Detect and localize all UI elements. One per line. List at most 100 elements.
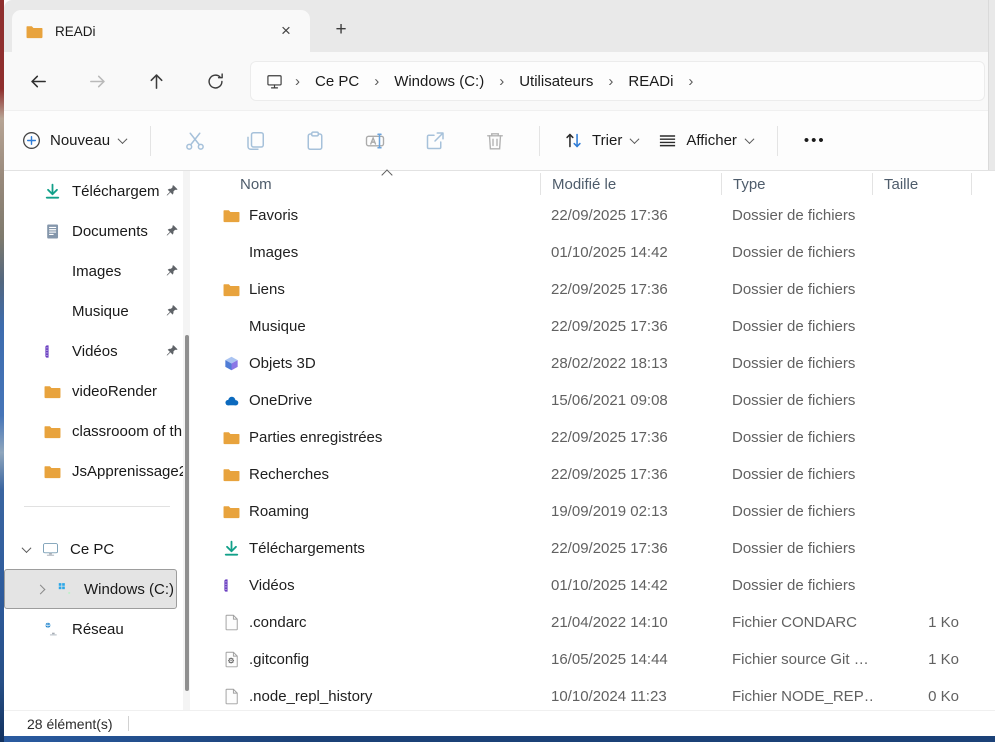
video-icon bbox=[44, 343, 61, 360]
sidebar-scrollbar-thumb[interactable] bbox=[185, 335, 189, 691]
breadcrumb-separator-icon: › bbox=[688, 73, 693, 90]
status-bar-divider bbox=[128, 716, 129, 731]
share-icon bbox=[425, 131, 445, 151]
close-tab-icon[interactable]: × bbox=[274, 19, 298, 43]
new-button[interactable]: Nouveau bbox=[12, 124, 136, 157]
refresh-button[interactable] bbox=[202, 68, 228, 94]
status-bar: 28 élément(s) bbox=[4, 710, 995, 736]
delete-button[interactable] bbox=[473, 122, 517, 160]
sort-ascending-icon bbox=[381, 169, 392, 180]
file-row-videos[interactable]: Vidéos 01/10/2025 14:42 Dossier de fichi… bbox=[197, 567, 995, 604]
view-lines-icon bbox=[658, 131, 677, 150]
paste-icon bbox=[305, 131, 325, 151]
gear-file-icon bbox=[223, 651, 240, 668]
pin-icon bbox=[165, 184, 179, 198]
onedrive-cloud-icon bbox=[223, 392, 240, 409]
music-icon bbox=[223, 318, 240, 335]
file-row-objets-3d[interactable]: Objets 3D 28/02/2022 18:13 Dossier de fi… bbox=[197, 345, 995, 382]
tab-readi[interactable]: READi × bbox=[12, 10, 310, 52]
folder-icon bbox=[223, 503, 240, 520]
sidebar-item-musique[interactable]: Musique bbox=[4, 291, 190, 331]
file-list: Nom Modifié le Type Taille Favoris 22/09… bbox=[197, 171, 995, 710]
share-button[interactable] bbox=[413, 122, 457, 160]
file-row-condarc[interactable]: .condarc 21/04/2022 14:10 Fichier CONDAR… bbox=[197, 604, 995, 641]
column-header-type[interactable]: Type bbox=[721, 173, 872, 195]
file-row-recherches[interactable]: Recherches 22/09/2025 17:36 Dossier de f… bbox=[197, 456, 995, 493]
breadcrumb-separator-icon: › bbox=[295, 73, 300, 90]
pin-icon bbox=[165, 344, 179, 358]
sidebar-item-ce-pc[interactable]: Ce PC bbox=[4, 529, 190, 569]
sidebar-item-reseau[interactable]: Réseau bbox=[4, 609, 190, 649]
column-header-modified[interactable]: Modifié le bbox=[540, 173, 721, 195]
breadcrumb-utilisateurs[interactable]: Utilisateurs bbox=[516, 72, 596, 91]
folder-icon bbox=[223, 207, 240, 224]
view-button-label: Afficher bbox=[686, 132, 737, 149]
back-button[interactable] bbox=[25, 68, 51, 94]
trash-icon bbox=[485, 131, 505, 151]
file-row-favoris[interactable]: Favoris 22/09/2025 17:36 Dossier de fich… bbox=[197, 197, 995, 234]
breadcrumb-ce-pc[interactable]: Ce PC bbox=[312, 72, 362, 91]
folder-icon bbox=[44, 383, 61, 400]
picture-icon bbox=[223, 244, 240, 261]
file-row-images[interactable]: Images 01/10/2025 14:42 Dossier de fichi… bbox=[197, 234, 995, 271]
file-row-parties-enregistrees[interactable]: Parties enregistrées 22/09/2025 17:36 Do… bbox=[197, 419, 995, 456]
network-icon bbox=[44, 621, 61, 638]
toolbar-divider bbox=[777, 126, 778, 156]
plus-circle-icon bbox=[22, 131, 41, 150]
folder-icon bbox=[26, 23, 43, 40]
chevron-down-icon bbox=[118, 134, 128, 144]
sidebar-item-documents[interactable]: Documents bbox=[4, 211, 190, 251]
file-row-gitconfig[interactable]: .gitconfig 16/05/2025 14:44 Fichier sour… bbox=[197, 641, 995, 678]
sidebar-item-classroom[interactable]: classrooom of th bbox=[4, 411, 190, 451]
column-header-name[interactable]: Nom bbox=[197, 171, 540, 197]
back-icon bbox=[29, 72, 48, 91]
pin-icon bbox=[165, 264, 179, 278]
chevron-down-icon[interactable] bbox=[18, 541, 34, 557]
this-pc-monitor-icon[interactable] bbox=[266, 73, 283, 90]
download-icon bbox=[223, 540, 240, 557]
picture-icon bbox=[44, 263, 61, 280]
sidebar-item-jsapprenissage[interactable]: JsApprenissage2 bbox=[4, 451, 190, 491]
more-options-button[interactable]: ••• bbox=[792, 126, 838, 155]
rename-icon bbox=[365, 131, 385, 151]
toolbar-divider bbox=[539, 126, 540, 156]
download-icon bbox=[44, 183, 61, 200]
sort-arrows-icon bbox=[564, 131, 583, 150]
breadcrumb-readi[interactable]: READi bbox=[625, 72, 676, 91]
music-icon bbox=[44, 303, 61, 320]
sidebar-item-videorender[interactable]: videoRender bbox=[4, 371, 190, 411]
file-row-telechargements[interactable]: Téléchargements 22/09/2025 17:36 Dossier… bbox=[197, 530, 995, 567]
chevron-right-icon[interactable] bbox=[32, 581, 48, 597]
content-area: Téléchargem Documents Images Musique Vid bbox=[4, 171, 995, 710]
pin-icon bbox=[165, 304, 179, 318]
pin-icon bbox=[165, 224, 179, 238]
view-button[interactable]: Afficher bbox=[648, 124, 763, 157]
new-tab-button[interactable]: + bbox=[326, 16, 356, 44]
sidebar-item-telechargements[interactable]: Téléchargem bbox=[4, 171, 190, 211]
rename-button[interactable] bbox=[353, 122, 397, 160]
drive-icon bbox=[56, 581, 73, 598]
sidebar-item-videos[interactable]: Vidéos bbox=[4, 331, 190, 371]
file-row-liens[interactable]: Liens 22/09/2025 17:36 Dossier de fichie… bbox=[197, 271, 995, 308]
paste-button[interactable] bbox=[293, 122, 337, 160]
tab-title: READi bbox=[55, 24, 96, 39]
copy-button[interactable] bbox=[233, 122, 277, 160]
breadcrumb-windows-c[interactable]: Windows (C:) bbox=[391, 72, 487, 91]
breadcrumb-separator-icon: › bbox=[374, 73, 379, 90]
sort-button-label: Trier bbox=[592, 132, 622, 149]
address-bar[interactable]: › Ce PC › Windows (C:) › Utilisateurs › … bbox=[250, 61, 985, 101]
file-row-onedrive[interactable]: OneDrive 15/06/2021 09:08 Dossier de fic… bbox=[197, 382, 995, 419]
breadcrumb-separator-icon: › bbox=[499, 73, 504, 90]
folder-icon bbox=[223, 466, 240, 483]
file-row-musique[interactable]: Musique 22/09/2025 17:36 Dossier de fich… bbox=[197, 308, 995, 345]
file-row-roaming[interactable]: Roaming 19/09/2019 02:13 Dossier de fich… bbox=[197, 493, 995, 530]
up-button[interactable] bbox=[143, 68, 169, 94]
sort-button[interactable]: Trier bbox=[554, 124, 648, 157]
column-header-size[interactable]: Taille bbox=[872, 173, 972, 195]
forward-button[interactable] bbox=[84, 68, 110, 94]
chevron-down-icon bbox=[744, 134, 754, 144]
sidebar-item-windows-c-selected[interactable]: Windows (C:) bbox=[4, 569, 177, 609]
folder-icon bbox=[44, 423, 61, 440]
sidebar-item-images[interactable]: Images bbox=[4, 251, 190, 291]
cut-button[interactable] bbox=[173, 122, 217, 160]
